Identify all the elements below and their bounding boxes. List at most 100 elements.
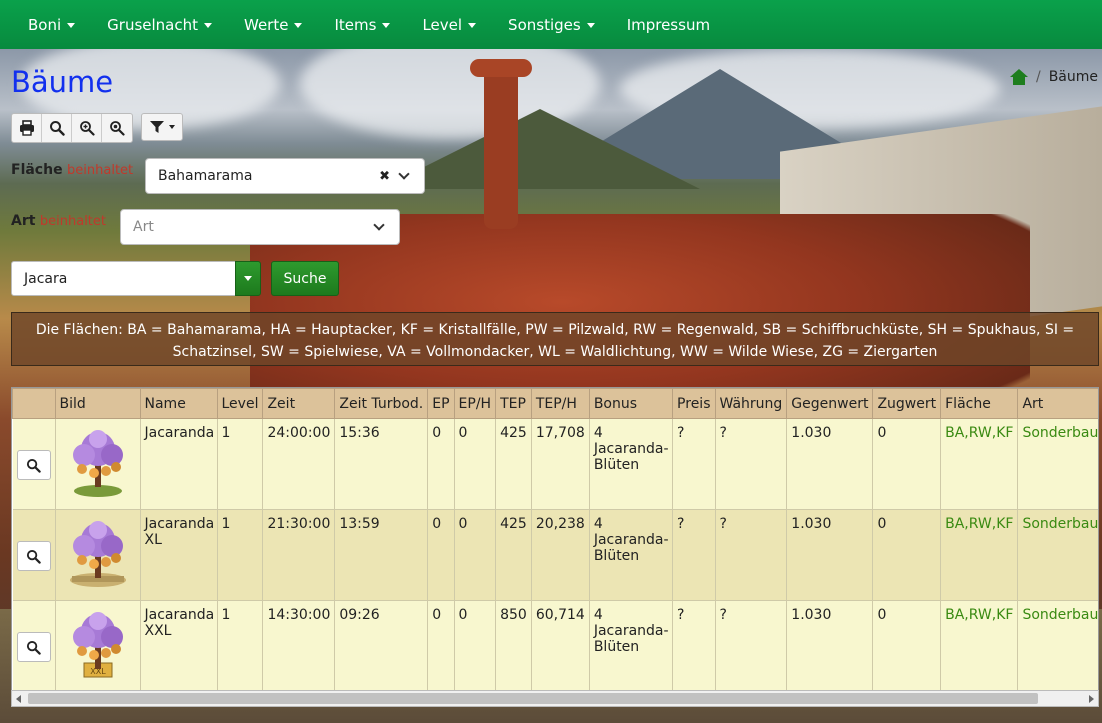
scroll-right-icon[interactable] (1089, 695, 1094, 703)
details-button[interactable] (16, 632, 51, 662)
caret-down-icon (586, 23, 595, 28)
column-header-preis[interactable]: Preis (672, 388, 716, 419)
search-button[interactable]: Suche (271, 261, 339, 296)
column-header-zeit[interactable]: Zeit (262, 388, 336, 419)
cell-bonus: 4 Jacaranda-Blüten (589, 509, 674, 601)
row-image-cell (55, 509, 141, 601)
caret-down-icon (294, 23, 303, 28)
column-header-ep-h[interactable]: EP/H (453, 388, 497, 419)
table-row: Jacaranda XL 1 21:30:00 13:59 0 0 425 20,238 4 J… (12, 509, 1098, 601)
cell-flaeche[interactable]: BA,RW,KF (940, 509, 1019, 601)
nav-item-gruselnacht[interactable]: Gruselnacht (91, 16, 228, 34)
nav-item-label: Sonstiges (508, 15, 581, 34)
zoom-in-button[interactable] (72, 114, 102, 142)
cell-preis: ? (672, 600, 716, 690)
cell-name: Jacaranda (140, 418, 218, 510)
toolbar-button-group (11, 113, 133, 143)
row-actions-cell (12, 600, 56, 690)
nav-item-werte[interactable]: Werte (228, 16, 318, 34)
cell-name: Jacaranda XXL (140, 600, 218, 690)
cell-ep: 0 (427, 600, 455, 690)
column-header-level[interactable]: Level (216, 388, 264, 419)
nav-item-boni[interactable]: Boni (12, 16, 91, 34)
column-header-ep[interactable]: EP (427, 388, 455, 419)
search-input[interactable]: Jacara (11, 261, 236, 296)
search-icon (26, 458, 41, 473)
column-header-tep-h[interactable]: TEP/H (530, 388, 590, 419)
details-button[interactable] (16, 450, 51, 480)
cell-zugwert: 0 (872, 418, 942, 510)
flaeche-select[interactable]: Bahamarama ✖ (145, 158, 425, 194)
cell-art[interactable]: Sonderbaum (1017, 418, 1098, 510)
filter-icon (150, 121, 164, 133)
horizontal-scrollbar[interactable] (11, 690, 1099, 707)
caret-down-icon (244, 276, 252, 281)
details-button[interactable] (16, 541, 51, 571)
tree-image (69, 521, 126, 587)
cell-waehrung: ? (715, 600, 788, 690)
caret-down-icon (468, 23, 477, 28)
nav-item-sonstiges[interactable]: Sonstiges (492, 16, 611, 34)
printer-icon (19, 120, 34, 136)
cell-flaeche[interactable]: BA,RW,KF (940, 418, 1019, 510)
scrollbar-thumb[interactable] (28, 693, 1038, 704)
cell-tep-h: 60,714 (531, 600, 590, 690)
caret-down-icon (382, 23, 391, 28)
main-content: Bäume / Bäume Fläche beinhaltet Bahamara… (0, 49, 1102, 723)
search-toggle-button[interactable] (42, 114, 72, 142)
cell-zeit: 24:00:00 (262, 418, 336, 510)
cell-flaeche[interactable]: BA,RW,KF (940, 600, 1019, 690)
scroll-left-icon[interactable] (16, 695, 21, 703)
column-header-waehrung[interactable]: Währung (714, 388, 788, 419)
search-icon (26, 640, 41, 655)
table-row: Jacaranda 1 24:00:00 15:36 0 0 425 17,708 4 Jaca… (12, 418, 1098, 510)
column-header-bild[interactable]: Bild (54, 388, 141, 419)
cell-name: Jacaranda XL (140, 509, 218, 601)
nav-item-label: Level (422, 15, 463, 34)
flaeche-filter-label: Fläche beinhaltet (11, 162, 133, 178)
art-filter-label: Art beinhaltet (11, 213, 106, 229)
clear-icon[interactable]: ✖ (379, 169, 390, 184)
flaeche-select-value: Bahamarama (158, 168, 253, 184)
art-label: Art (11, 213, 36, 229)
flaeche-operator[interactable]: beinhaltet (67, 163, 133, 178)
column-header-name[interactable]: Name (139, 388, 218, 419)
filter-dropdown-button[interactable] (141, 113, 183, 141)
breadcrumb-separator: / (1035, 69, 1041, 85)
search-dropdown-button[interactable] (235, 261, 261, 296)
trees-table-container[interactable]: Bild Name Level Zeit Zeit Turbod. EP EP/… (11, 387, 1099, 691)
cell-art[interactable]: Sonderbaum (1017, 600, 1098, 690)
art-operator[interactable]: beinhaltet (40, 214, 106, 229)
art-select[interactable]: Art (120, 209, 400, 245)
cell-bonus: 4 Jacaranda-Blüten (589, 600, 674, 690)
cell-art[interactable]: Sonderbaum (1017, 509, 1098, 601)
zoom-reset-button[interactable] (102, 114, 132, 142)
nav-item-label: Boni (28, 15, 62, 34)
nav-item-level[interactable]: Level (406, 16, 492, 34)
home-icon[interactable] (1009, 69, 1028, 85)
column-header-gegenwert[interactable]: Gegenwert (786, 388, 874, 419)
flaeche-label: Fläche (11, 162, 63, 178)
column-header-zeit-turbod[interactable]: Zeit Turbod. (334, 388, 429, 419)
chevron-down-icon (169, 125, 175, 129)
cell-tep: 425 (495, 509, 532, 601)
column-header-bonus[interactable]: Bonus (588, 388, 674, 419)
column-header-actions[interactable] (12, 388, 56, 419)
print-button[interactable] (12, 114, 42, 142)
column-header-zugwert[interactable]: Zugwert (872, 388, 942, 419)
caret-down-icon (67, 23, 76, 28)
column-header-flaeche[interactable]: Fläche (940, 388, 1019, 419)
nav-item-items[interactable]: Items (318, 16, 406, 34)
nav-item-label: Werte (244, 15, 289, 34)
zoom-in-icon (79, 121, 95, 136)
column-header-art[interactable]: Art (1017, 388, 1098, 419)
table-header-row: Bild Name Level Zeit Zeit Turbod. EP EP/… (12, 388, 1098, 419)
cell-ep-h: 0 (454, 509, 497, 601)
flaechen-legend: Die Flächen: BA = Bahamarama, HA = Haupt… (11, 312, 1099, 366)
zoom-reset-icon (110, 121, 125, 136)
column-header-tep[interactable]: TEP (495, 388, 532, 419)
nav-item-impressum[interactable]: Impressum (611, 16, 726, 34)
cell-gegenwert: 1.030 (786, 418, 874, 510)
nav-item-label: Impressum (626, 15, 711, 34)
nav-item-label: Items (334, 15, 377, 34)
